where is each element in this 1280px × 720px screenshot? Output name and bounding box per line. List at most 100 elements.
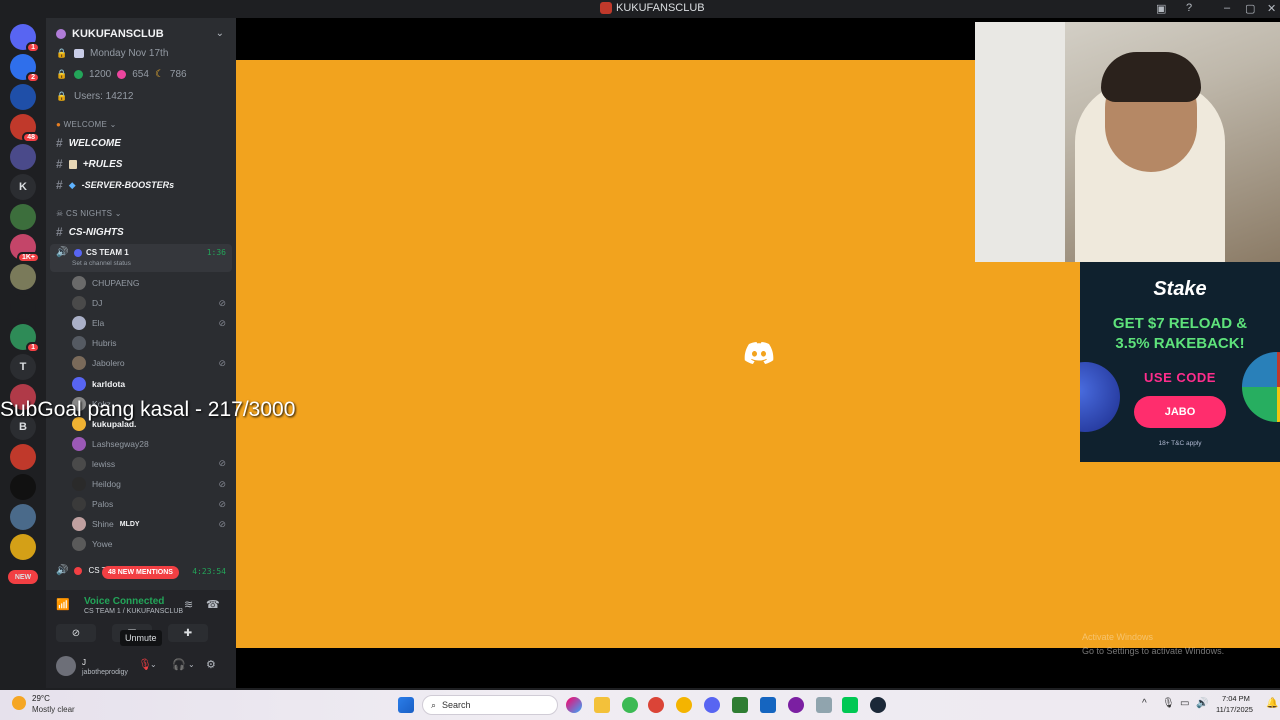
server-icon-1[interactable]: 2 xyxy=(10,54,40,83)
tool-icon[interactable] xyxy=(816,697,832,713)
server-icon-5[interactable]: K xyxy=(10,174,36,200)
server-icon-15[interactable] xyxy=(10,474,36,500)
date-label: Monday Nov 17th xyxy=(90,48,169,59)
channel-status-hint[interactable]: Set a channel status xyxy=(72,260,131,267)
server-icon-14[interactable] xyxy=(10,444,36,470)
chevron-up-icon[interactable]: ^ xyxy=(1142,698,1147,709)
voice-member[interactable]: Hubris xyxy=(72,336,226,351)
chrome-icon[interactable] xyxy=(622,697,638,713)
chevron-down-icon[interactable]: ⌄ xyxy=(150,660,157,669)
inbox-icon[interactable]: ▣ xyxy=(1156,2,1166,15)
ad-headline: GET $7 RELOAD & 3.5% RAKEBACK! xyxy=(1080,314,1280,354)
file-explorer-icon[interactable] xyxy=(594,697,610,713)
category-cs-nights[interactable]: ☠ CS NIGHTS ⌄ xyxy=(56,209,122,218)
minimize-button[interactable]: – xyxy=(1224,2,1230,14)
taskbar-search[interactable]: ⌕ Search xyxy=(422,695,558,715)
server-icon-16[interactable] xyxy=(10,504,36,530)
channel-rules[interactable]: # +RULES xyxy=(56,157,122,171)
ad-code-button[interactable]: JABO xyxy=(1134,396,1226,428)
start-menu-icon[interactable] xyxy=(398,697,414,713)
subgoal-overlay: SubGoal pang kasal - 217/3000 xyxy=(0,398,296,421)
chevron-down-icon[interactable]: ⌄ xyxy=(188,660,195,669)
chevron-down-icon[interactable]: ⌄ xyxy=(216,28,224,39)
voice-member[interactable]: Ela ⊘ xyxy=(72,316,226,331)
headphones-icon[interactable]: 🎧 xyxy=(172,658,186,671)
disconnect-icon[interactable]: ☎ xyxy=(206,598,220,611)
avatar[interactable] xyxy=(56,656,76,676)
muted-mic-icon: ⊘ xyxy=(218,478,226,489)
server-icon-8[interactable] xyxy=(10,264,36,290)
users-label: Users: 14212 xyxy=(74,91,134,102)
channel-cs-nights[interactable]: # CS-NIGHTS xyxy=(56,225,124,239)
steam-icon[interactable] xyxy=(870,697,886,713)
close-button[interactable]: ✕ xyxy=(1267,2,1276,15)
server-icon-0[interactable]: 1 xyxy=(10,24,40,53)
app-icon[interactable] xyxy=(760,697,776,713)
voice-member[interactable]: Jabolero ⊘ xyxy=(72,356,226,371)
stream-stage: Stake GET $7 RELOAD & 3.5% RAKEBACK! USE… xyxy=(236,18,1280,688)
server-icon-4[interactable] xyxy=(10,144,36,170)
voice-channel-cs-team-2[interactable]: 🔊 CS T xyxy=(56,565,107,576)
online-dot-icon xyxy=(74,70,83,79)
new-mentions-pill[interactable]: 48 NEW MENTIONS xyxy=(102,566,179,579)
microphone-icon[interactable]: 🎙 xyxy=(1162,698,1175,709)
server-icon-18[interactable]: NEW xyxy=(8,570,38,584)
clock-date[interactable]: 11/17/2025 xyxy=(1216,705,1253,714)
android-icon[interactable] xyxy=(842,697,858,713)
notification-bell-icon[interactable]: 🔔 xyxy=(1266,698,1278,709)
volume-icon[interactable]: 🔊 xyxy=(1196,698,1208,709)
sponsor-ad[interactable]: Stake GET $7 RELOAD & 3.5% RAKEBACK! USE… xyxy=(1080,262,1280,462)
noise-suppression-icon[interactable]: ≋ xyxy=(184,598,193,611)
server-label: B xyxy=(19,421,27,433)
ad-use-code: USE CODE xyxy=(1144,370,1216,385)
voice-member[interactable]: Shine MLDY ⊘ xyxy=(72,517,226,532)
maximize-button[interactable]: ▢ xyxy=(1245,2,1255,15)
copilot-icon[interactable] xyxy=(566,697,582,713)
voice-member[interactable]: lewiss ⊘ xyxy=(72,456,226,471)
camera-off-button[interactable]: ⊘ xyxy=(56,624,96,642)
gem-icon: ◆ xyxy=(68,179,76,190)
network-icon[interactable]: ▭ xyxy=(1180,698,1189,709)
weather-icon[interactable] xyxy=(12,696,26,710)
voice-channel-cs-team-1[interactable]: 🔊 CS TEAM 1 1:36 Set a channel status xyxy=(50,244,232,272)
chrome-profile-2-icon[interactable] xyxy=(676,697,692,713)
category-welcome[interactable]: ● WELCOME ⌄ xyxy=(56,120,117,129)
weather-desc[interactable]: Mostly clear xyxy=(32,705,75,714)
server-icon-7[interactable]: 1K+ xyxy=(10,234,40,263)
server-icon-3[interactable]: 48 xyxy=(10,114,40,143)
notes-icon[interactable] xyxy=(732,697,748,713)
voice-member[interactable]: karldota xyxy=(72,376,226,391)
server-icon-17[interactable] xyxy=(10,534,36,560)
avatar xyxy=(72,376,86,391)
voice-member[interactable]: Heildog ⊘ xyxy=(72,477,226,491)
voice-timer: 1:36 xyxy=(206,248,226,257)
member-name: Ela xyxy=(92,318,105,329)
server-icon-6[interactable] xyxy=(10,204,36,230)
discord-app-icon[interactable] xyxy=(704,697,720,713)
server-icon-2[interactable] xyxy=(10,84,36,110)
lock-icon: 🔒 xyxy=(56,48,68,58)
server-icon-11[interactable]: T xyxy=(10,354,36,380)
voice-location[interactable]: CS TEAM 1 / KUKUFANSCLUB xyxy=(84,608,183,615)
activities-button[interactable]: ✚ xyxy=(168,624,208,642)
help-icon[interactable]: ? xyxy=(1186,2,1192,14)
weather-temp[interactable]: 29°C xyxy=(32,694,50,703)
channel-boosters[interactable]: # ◆ -SERVER-BOOSTERs xyxy=(56,178,174,192)
clock-time[interactable]: 7:04 PM xyxy=(1222,694,1250,703)
voice-member[interactable]: Yowe xyxy=(72,537,226,552)
unread-badge: 1 xyxy=(26,42,40,53)
server-icon-9[interactable] xyxy=(10,294,36,320)
voice-member[interactable]: CHUPAENG xyxy=(72,276,226,290)
browser-icon[interactable] xyxy=(788,697,804,713)
voice-connected-label[interactable]: Voice Connected xyxy=(84,596,164,607)
server-header[interactable]: KUKUFANSCLUB xyxy=(56,28,164,40)
settings-gear-icon[interactable]: ⚙ xyxy=(206,658,216,671)
server-label: T xyxy=(19,361,27,373)
fire-icon: ● xyxy=(56,120,62,129)
channel-welcome[interactable]: # WELCOME xyxy=(56,136,121,150)
voice-member[interactable]: Palos ⊘ xyxy=(72,497,226,512)
server-icon-10[interactable]: 1 xyxy=(10,324,40,353)
chrome-profile-icon[interactable] xyxy=(648,697,664,713)
voice-member[interactable]: DJ ⊘ xyxy=(72,296,226,311)
voice-member[interactable]: Lashsegway28 xyxy=(72,436,226,451)
